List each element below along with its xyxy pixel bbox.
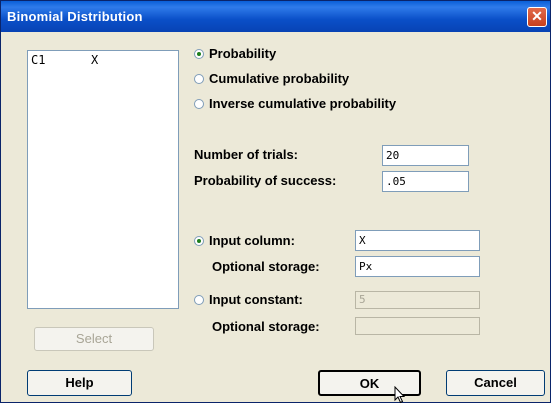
close-icon[interactable]: ✕ xyxy=(527,7,547,27)
help-button[interactable]: Help xyxy=(27,370,132,396)
probability-of-success-input[interactable]: .05 xyxy=(382,171,469,192)
window-title: Binomial Distribution xyxy=(7,9,143,24)
radio-label: Input column: xyxy=(209,233,295,248)
columns-listbox[interactable]: C1 X xyxy=(27,50,179,309)
radio-label: Cumulative probability xyxy=(209,71,350,86)
radio-indicator[interactable] xyxy=(194,74,204,84)
radio-label: Probability xyxy=(209,46,277,61)
optional-storage-field[interactable]: Px xyxy=(355,256,480,277)
radio-label: Inverse cumulative probability xyxy=(209,96,397,111)
radio-label: Input constant: xyxy=(209,292,303,307)
radio-indicator[interactable] xyxy=(194,236,204,246)
radio-indicator[interactable] xyxy=(194,99,204,109)
column-id: C1 xyxy=(31,53,46,67)
optional-storage-label: Optional storage: xyxy=(212,259,320,274)
constant-optional-storage-field[interactable] xyxy=(355,317,480,335)
column-name: X xyxy=(91,53,99,67)
radio-indicator[interactable] xyxy=(194,295,204,305)
input-constant-field[interactable]: 5 xyxy=(355,291,480,309)
radio-indicator[interactable] xyxy=(194,49,204,59)
cancel-button[interactable]: Cancel xyxy=(446,370,545,396)
trials-label: Number of trials: xyxy=(194,147,299,162)
trials-input[interactable]: 20 xyxy=(382,145,469,166)
title-bar[interactable]: Binomial Distribution ✕ xyxy=(1,1,550,32)
probability-of-success-label: Probability of success: xyxy=(194,173,337,188)
input-column-field[interactable]: X xyxy=(355,230,480,251)
constant-optional-storage-label: Optional storage: xyxy=(212,319,320,334)
select-button[interactable]: Select xyxy=(34,327,154,351)
binomial-distribution-dialog: Binomial Distribution ✕ C1 X Select Prob… xyxy=(0,0,551,404)
mouse-cursor-icon xyxy=(394,386,406,404)
